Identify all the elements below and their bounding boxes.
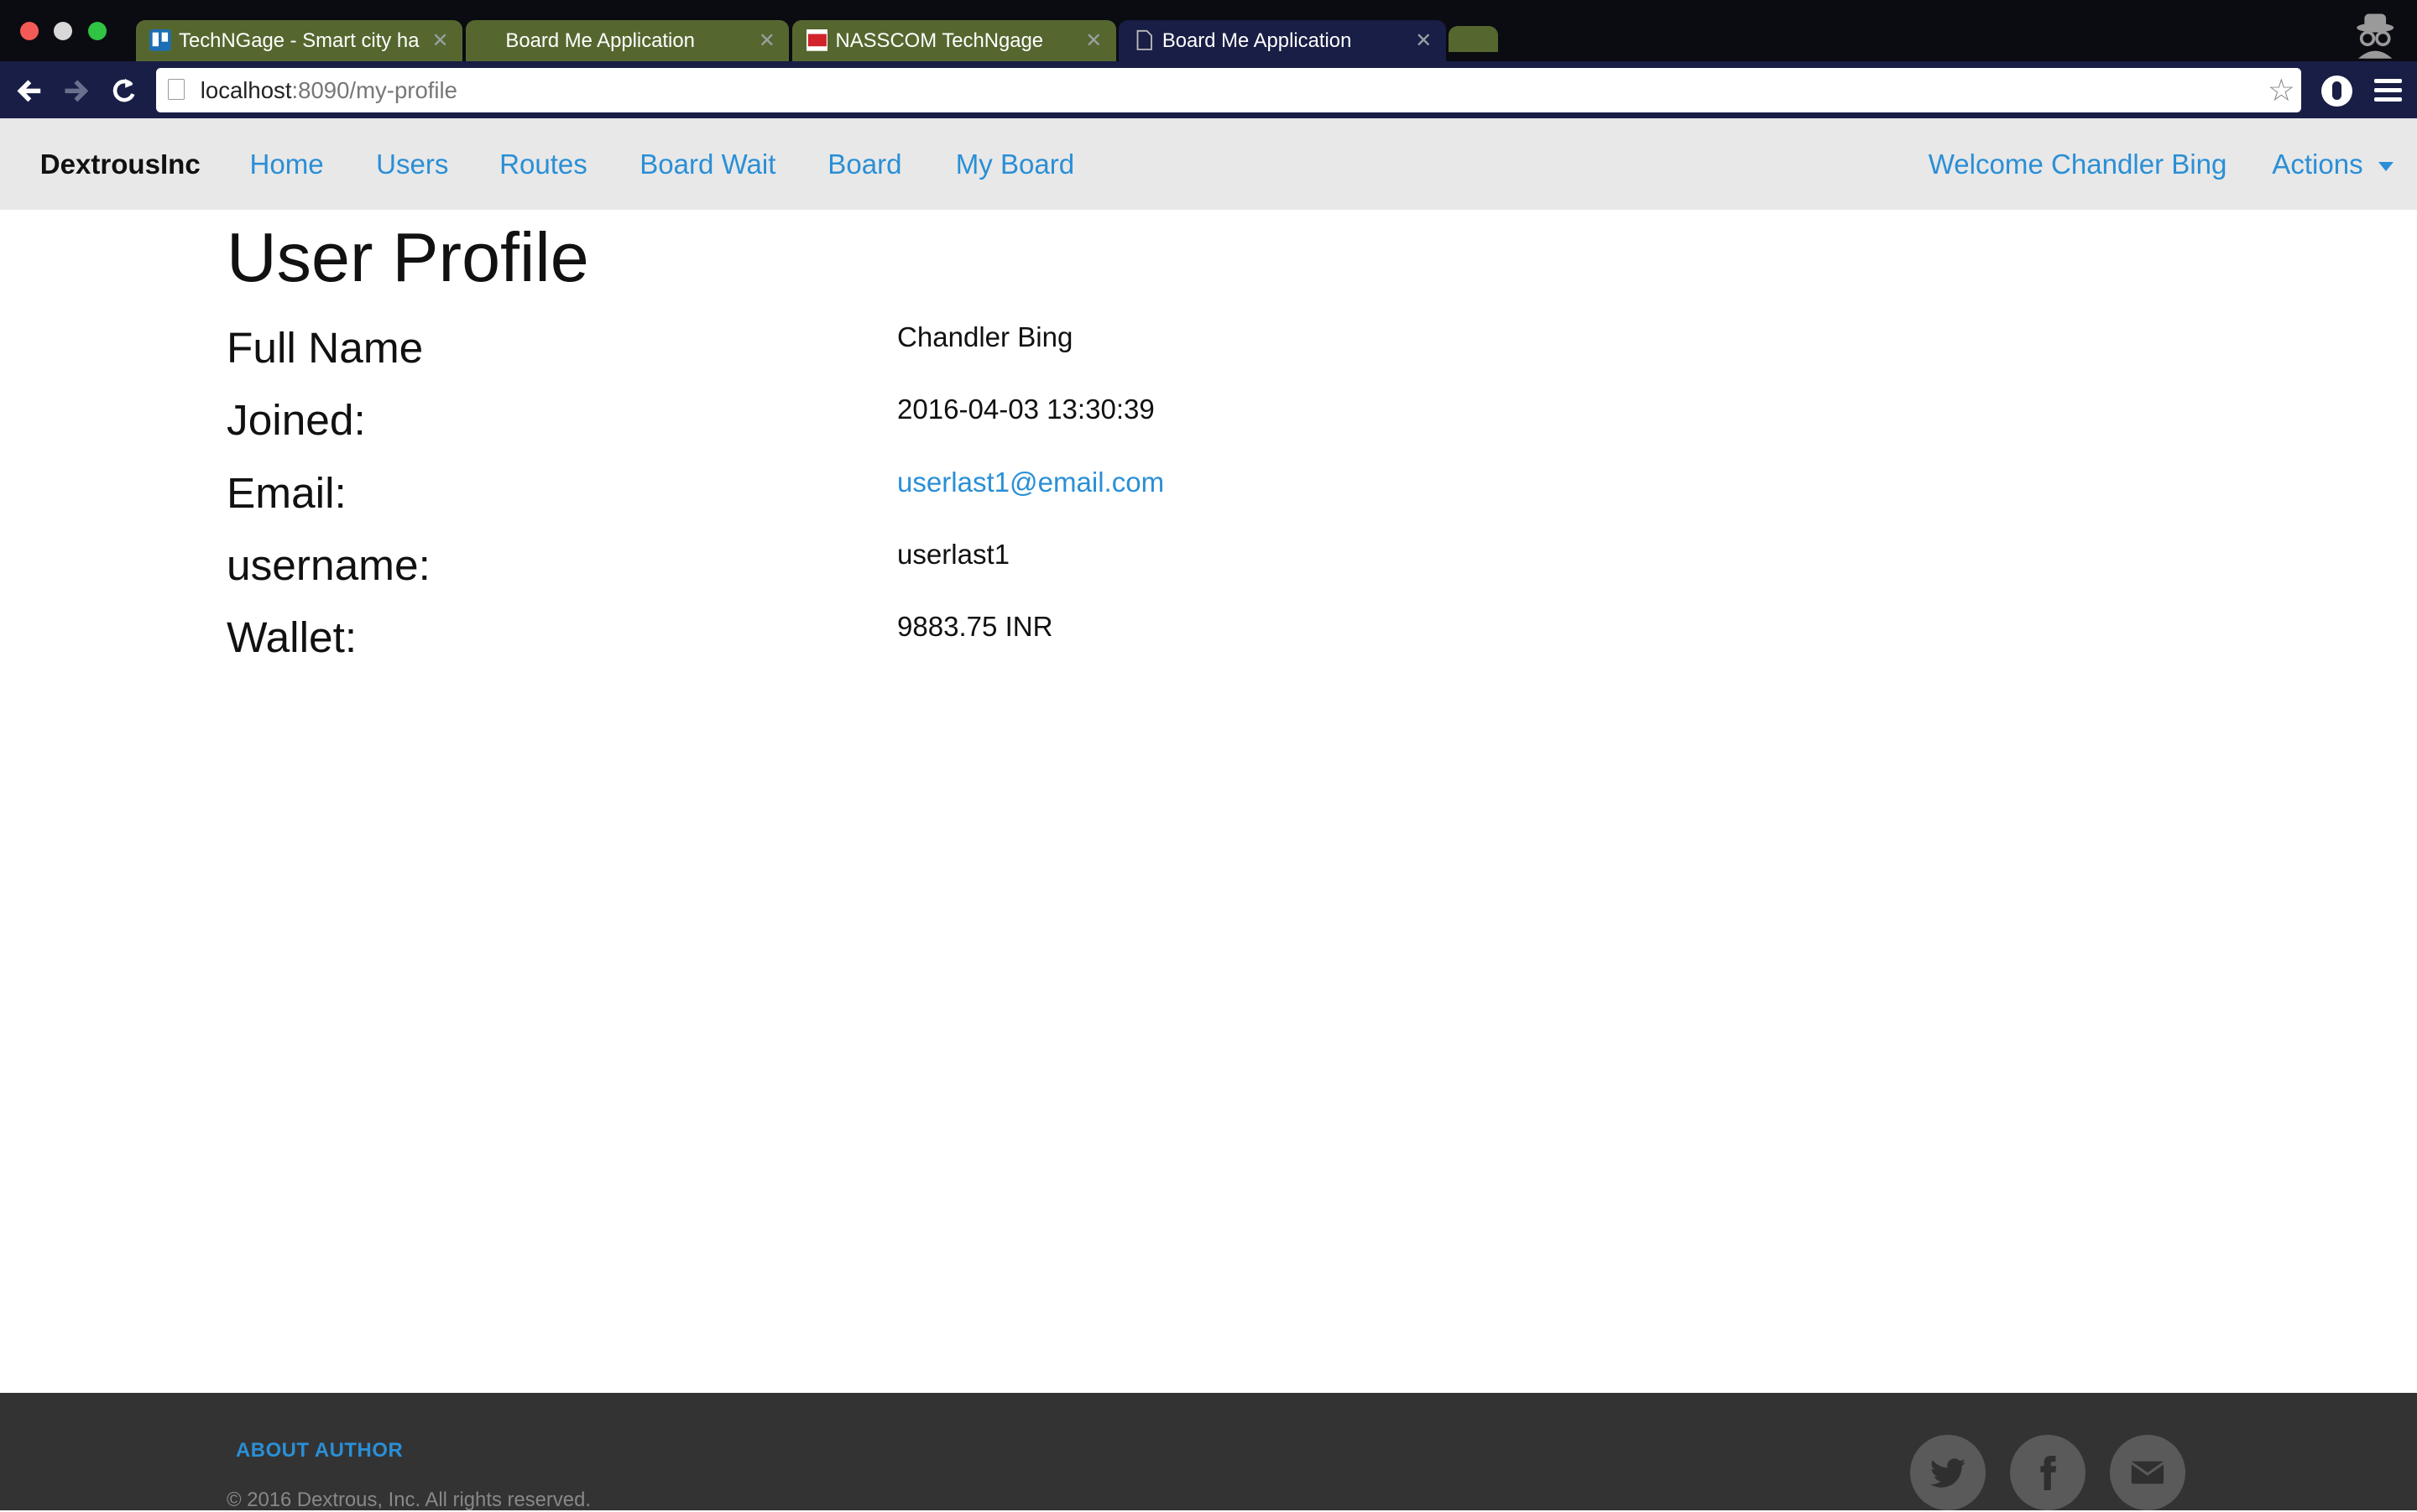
url-path: :8090/my-profile — [291, 76, 457, 103]
nav-link-board-wait[interactable]: Board Wait — [639, 149, 775, 181]
incognito-icon — [2357, 13, 2394, 59]
close-window-button[interactable] — [19, 21, 39, 40]
tab-close-icon[interactable]: ✕ — [1085, 20, 1102, 62]
facebook-icon[interactable] — [2010, 1434, 2086, 1510]
about-author-link[interactable]: ABOUT AUTHOR — [236, 1439, 403, 1462]
tab-title: TechNGage - Smart city ha — [179, 29, 420, 52]
tab-title: Board Me Application — [1162, 29, 1352, 52]
url-text[interactable]: localhost:8090/my-profile — [201, 77, 457, 104]
back-arrow-icon[interactable] — [14, 76, 45, 107]
copyright-text: © 2016 Dextrous, Inc. All rights reserve… — [226, 1489, 591, 1512]
username-value: userlast1 — [896, 539, 1010, 571]
nav-link-home[interactable]: Home — [250, 149, 324, 181]
nasscom-icon — [806, 29, 828, 51]
page-icon — [168, 78, 185, 101]
tab-title: NASSCOM TechNgage — [835, 29, 1044, 52]
username-label: username: — [226, 540, 431, 589]
tab-title: Board Me Application — [505, 29, 695, 52]
page-title: User Profile — [226, 217, 589, 296]
joined-label: Joined: — [226, 395, 366, 445]
maximize-window-button[interactable] — [87, 21, 107, 40]
site-navbar: DextrousInc Home Users Routes Board Wait… — [0, 118, 2417, 210]
wallet-value: 9883.75 INR — [896, 612, 1053, 644]
bookmark-star-icon[interactable]: ☆ — [2268, 72, 2295, 108]
url-host: localhost — [200, 76, 292, 103]
extension-icon[interactable] — [2321, 75, 2352, 107]
joined-value: 2016-04-03 13:30:39 — [896, 394, 1155, 426]
nav-link-users[interactable]: Users — [376, 149, 448, 181]
new-tab-button[interactable] — [1449, 26, 1499, 53]
reload-icon[interactable] — [108, 76, 139, 107]
tab-close-icon[interactable]: ✕ — [759, 20, 775, 62]
actions-label: Actions — [2272, 149, 2363, 181]
welcome-user-link[interactable]: Welcome Chandler Bing — [1929, 149, 2227, 181]
browser-tab-nasscom[interactable]: NASSCOM TechNgage ✕ — [792, 19, 1116, 62]
trello-icon — [149, 29, 171, 51]
email-label: Email: — [226, 467, 347, 517]
tab-close-icon[interactable]: ✕ — [1415, 20, 1432, 62]
brand-link[interactable]: DextrousInc — [40, 149, 201, 181]
twitter-icon[interactable] — [1909, 1434, 1986, 1510]
browser-tab-board-me-active[interactable]: Board Me Application ✕ — [1119, 19, 1446, 62]
browser-menu-icon[interactable] — [2373, 78, 2402, 103]
nav-link-routes[interactable]: Routes — [499, 149, 587, 181]
forward-arrow-icon[interactable] — [60, 76, 91, 107]
full-name-label: Full Name — [226, 322, 424, 372]
full-name-value: Chandler Bing — [896, 321, 1073, 353]
browser-toolbar: localhost:8090/my-profile ☆ — [0, 61, 2417, 119]
actions-dropdown[interactable]: Actions — [2272, 149, 2394, 181]
email-envelope-icon[interactable] — [2110, 1434, 2186, 1510]
email-link[interactable]: userlast1@email.com — [897, 467, 1164, 499]
nav-link-my-board[interactable]: My Board — [956, 149, 1074, 181]
browser-tab-board-me-1[interactable]: Board Me Application ✕ — [465, 19, 790, 62]
browser-tab-technage[interactable]: TechNGage - Smart city ha ✕ — [135, 19, 462, 62]
wallet-label: Wallet: — [226, 613, 358, 662]
tab-close-icon[interactable]: ✕ — [431, 20, 448, 62]
nav-link-board[interactable]: Board — [827, 149, 901, 181]
address-bar[interactable]: localhost:8090/my-profile ☆ — [155, 67, 2302, 113]
browser-tab-strip: TechNGage - Smart city ha ✕ Board Me App… — [0, 0, 2417, 62]
caret-down-icon — [2378, 161, 2394, 171]
minimize-window-button[interactable] — [54, 21, 73, 40]
footer: ABOUT AUTHOR © 2016 Dextrous, Inc. All r… — [0, 1393, 2417, 1512]
page-icon — [1136, 29, 1152, 50]
